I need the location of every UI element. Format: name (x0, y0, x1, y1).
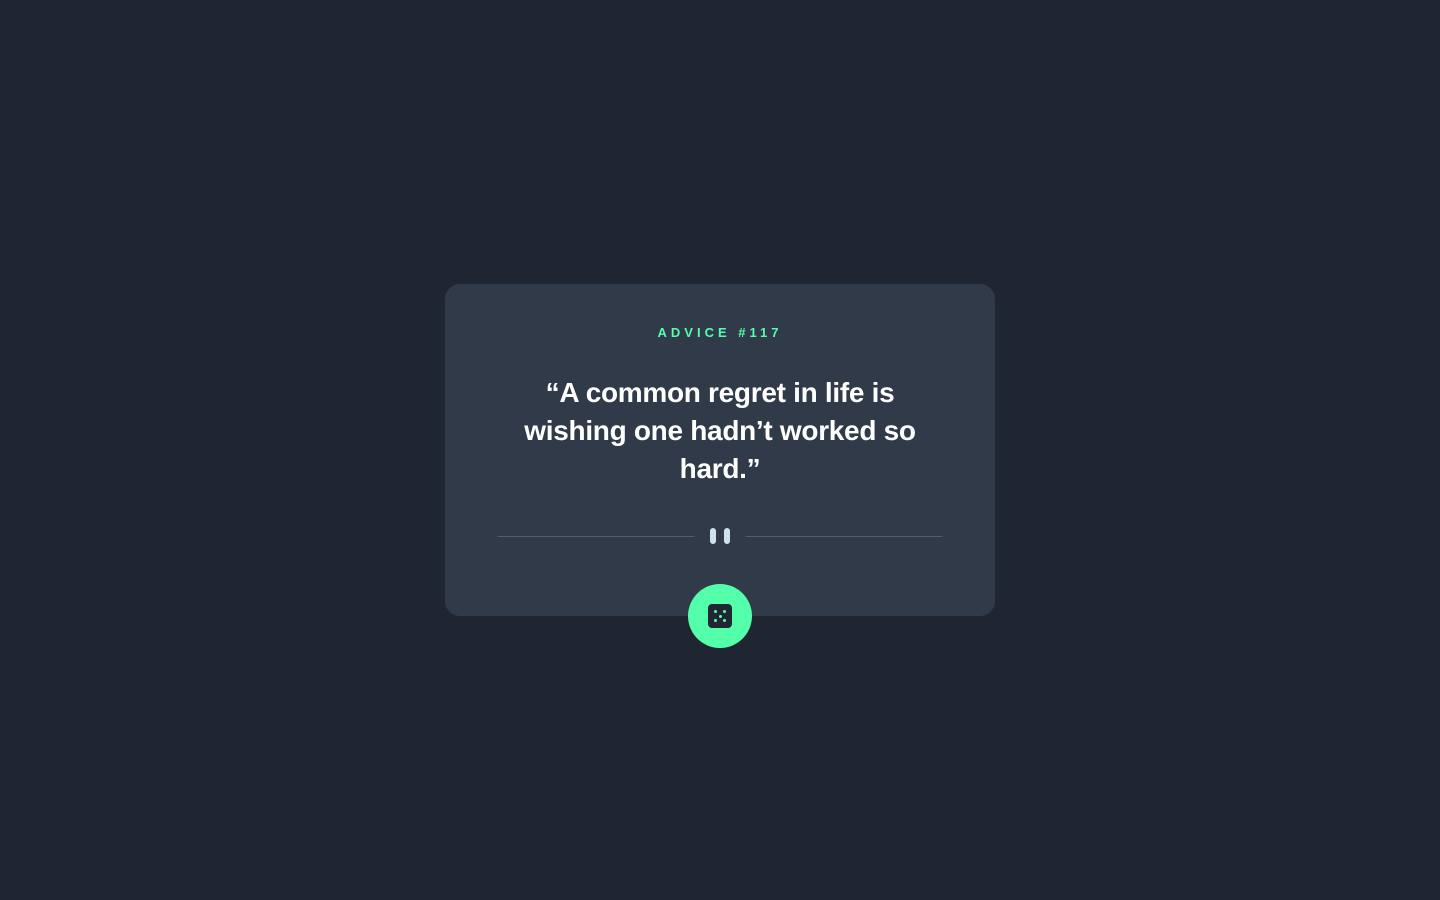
advice-quote-text: “A common regret in life is wishing one … (524, 377, 916, 484)
divider-line-left (498, 536, 694, 537)
pause-icon (709, 528, 731, 544)
pattern-divider (498, 527, 942, 545)
dice-icon (708, 604, 732, 628)
pause-bar-right (724, 528, 730, 544)
new-advice-button[interactable] (688, 584, 752, 648)
dice-dot (714, 610, 717, 613)
advice-quote: “A common regret in life is wishing one … (505, 374, 935, 488)
pause-bar-left (710, 528, 716, 544)
advice-id-label: ADVICE #117 (657, 325, 783, 340)
dice-dot (718, 614, 722, 618)
page: ADVICE #117 “A common regret in life is … (0, 0, 1440, 900)
divider-line-right (746, 536, 942, 537)
dice-dot (714, 619, 717, 622)
dice-dot (723, 619, 726, 622)
dice-dot (723, 610, 726, 613)
